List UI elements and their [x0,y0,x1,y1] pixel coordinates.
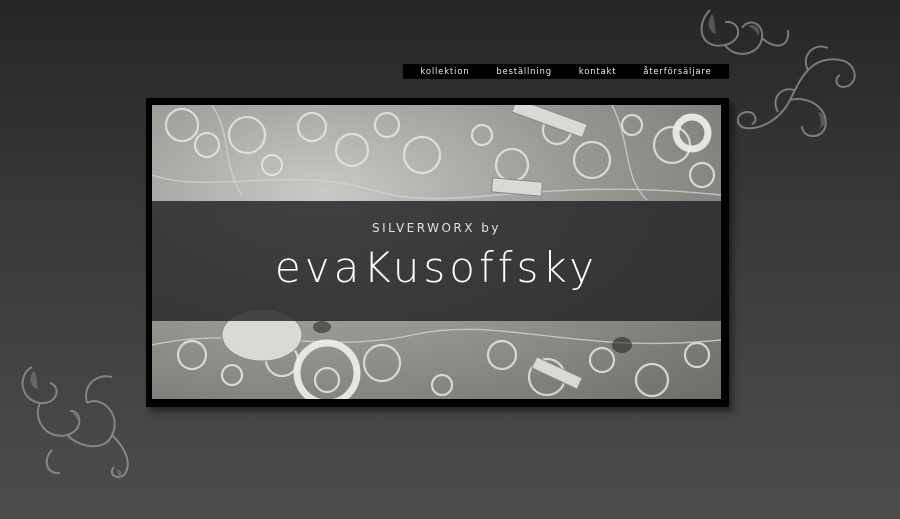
ornament-flourish-icon [21,366,129,479]
hero-banner: SILVERWORX by evaKusoffsky [146,98,729,407]
jewelry-photo: SILVERWORX by evaKusoffsky [152,105,721,399]
title-band: SILVERWORX by evaKusoffsky [152,201,721,321]
brand-subtitle: SILVERWORX by [371,221,502,235]
nav-item-aterforsaljare[interactable]: återförsäljare [643,67,711,77]
nav-item-bestallning[interactable]: beställning [496,67,552,77]
nav-item-kollektion[interactable]: kollektion [420,67,469,77]
brand-logo-text: evaKusoffsky [274,243,599,292]
main-nav: kollektion beställning kontakt återförsä… [403,64,729,79]
nav-item-kontakt[interactable]: kontakt [579,67,617,77]
